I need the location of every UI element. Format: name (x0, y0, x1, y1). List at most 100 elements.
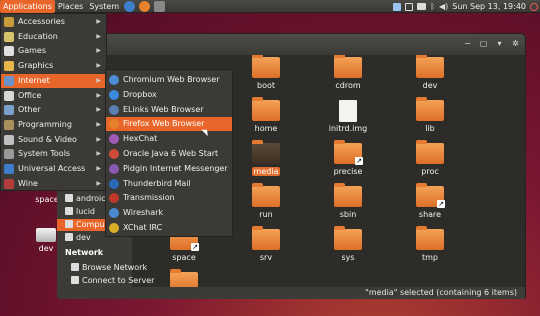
link-arrow-icon: ↗ (437, 200, 445, 208)
menu-item-graphics[interactable]: Graphics ▶ (1, 59, 106, 73)
file-item-share[interactable]: ↗ share (402, 183, 458, 219)
file-label: proc (421, 167, 439, 176)
thunderbird-icon (109, 178, 119, 189)
window-titlebar[interactable]: − ▢ ▾ ✲ (58, 34, 525, 54)
menu-item-office[interactable]: Office ▶ (1, 89, 106, 103)
file-label: boot (256, 81, 275, 90)
file-item-boot[interactable]: boot (238, 55, 294, 90)
sound-video-icon (4, 134, 14, 145)
menu-item-wine[interactable]: Wine ▶ (1, 177, 106, 191)
folder-icon (334, 183, 362, 207)
restore-icon[interactable]: ▾ (495, 39, 504, 48)
submenu-arrow-icon: ▶ (96, 135, 101, 143)
network-icon (71, 263, 79, 271)
maximize-button[interactable]: ▢ (479, 39, 488, 48)
drive-icon (36, 228, 56, 242)
menu-item-programming[interactable]: Programming ▶ (1, 118, 106, 132)
folder-icon (252, 183, 280, 207)
file-item-usr[interactable]: usr (156, 269, 212, 287)
folder-icon: ↗ (416, 183, 445, 208)
mail-tray-icon[interactable] (417, 3, 427, 10)
accessories-icon (4, 17, 14, 27)
drive-icon (65, 233, 73, 241)
submenu-item-thunderbird[interactable]: Thunderbird Mail (106, 177, 232, 191)
submenu-item-pidgin[interactable]: Pidgin Internet Messenger (106, 162, 232, 176)
file-item-initrd-img[interactable]: initrd.img (320, 100, 376, 133)
terminal-launcher-icon[interactable] (154, 0, 166, 12)
file-item-sys[interactable]: sys (320, 226, 376, 262)
sidebar-item-connect-server[interactable]: Connect to Server (71, 275, 154, 287)
file-item-lib[interactable]: lib (402, 97, 458, 133)
submenu-item-java[interactable]: Oracle Java 6 Web Start (106, 147, 232, 161)
places-menu[interactable]: Places (55, 0, 86, 13)
submenu-item-wireshark[interactable]: Wireshark (106, 206, 232, 220)
folder-icon (170, 269, 198, 287)
power-icon[interactable] (530, 2, 538, 11)
submenu-arrow-icon: ▶ (96, 150, 101, 158)
file-item-proc[interactable]: proc (402, 140, 458, 176)
folder-icon (252, 97, 280, 121)
menu-item-system-tools[interactable]: System Tools ▶ (1, 147, 106, 161)
file-item-precise[interactable]: ↗ precise (320, 140, 376, 176)
bluetooth-tray-icon[interactable]: ᛒ (430, 2, 435, 11)
file-item-home[interactable]: home (238, 97, 294, 133)
programming-icon (4, 119, 14, 130)
menu-item-games[interactable]: Games ▶ (1, 44, 106, 58)
volume-tray-icon[interactable]: ◀) (439, 2, 448, 11)
system-menu[interactable]: System (86, 0, 122, 13)
file-label: home (254, 124, 278, 133)
applications-menu[interactable]: Applications (0, 0, 55, 13)
link-arrow-icon: ↗ (191, 243, 199, 251)
minimize-button[interactable]: − (463, 39, 472, 48)
file-item-media[interactable]: media (238, 140, 294, 176)
dropbox-icon (109, 89, 119, 100)
xchat-icon (109, 223, 119, 233)
file-item-sbin[interactable]: sbin (320, 183, 376, 219)
sidebar-item-browse-network[interactable]: Browse Network (71, 262, 147, 274)
dropbox-tray-icon[interactable] (393, 2, 402, 11)
submenu-item-firefox[interactable]: Firefox Web Browser (106, 117, 232, 132)
submenu-item-xchat[interactable]: XChat IRC (106, 221, 232, 235)
sidebar-item-lucid[interactable]: lucid (65, 206, 95, 218)
file-label: cdrom (335, 81, 361, 90)
transmission-icon (109, 193, 119, 204)
system-tray: ᛒ ◀) Sun Sep 13, 19:40 (393, 0, 538, 13)
sidebar-item-androic[interactable]: androic (65, 193, 106, 205)
submenu-item-hexchat[interactable]: HexChat (106, 132, 232, 146)
folder-icon (252, 140, 280, 164)
menu-item-universal-access[interactable]: Universal Access ▶ (1, 162, 106, 176)
file-item-run[interactable]: run (238, 183, 294, 219)
submenu-item-elinks[interactable]: ELinks Web Browser (106, 103, 232, 117)
menu-item-accessories[interactable]: Accessories ▶ (1, 15, 106, 29)
chromium-icon (109, 75, 119, 85)
menu-item-education[interactable]: Education ▶ (1, 30, 106, 44)
network-tray-icon[interactable] (405, 2, 414, 11)
sidebar-item-dev[interactable]: dev (65, 232, 91, 244)
pidgin-icon (109, 163, 119, 174)
submenu-item-chromium[interactable]: Chromium Web Browser (106, 73, 232, 87)
folder-icon (416, 226, 444, 250)
universal-access-icon (4, 164, 14, 174)
chromium-launcher-icon[interactable] (124, 0, 136, 12)
submenu-item-dropbox[interactable]: Dropbox (106, 88, 232, 102)
folder-icon: ↗ (334, 140, 363, 165)
submenu-arrow-icon: ▶ (96, 106, 101, 114)
applications-menu-list: Accessories ▶ Education ▶ Games ▶ Graphics ▶ Int… (0, 13, 107, 191)
menu-item-other[interactable]: Other ▶ (1, 103, 106, 117)
submenu-arrow-icon: ▶ (96, 165, 101, 172)
file-item-cdrom[interactable]: cdrom (320, 55, 376, 90)
file-item-tmp[interactable]: tmp (402, 226, 458, 262)
submenu-arrow-icon: ▶ (96, 47, 101, 55)
gear-icon[interactable]: ✲ (511, 39, 520, 48)
file-item-dev[interactable]: dev (402, 55, 458, 90)
system-tools-icon (4, 149, 14, 160)
file-label: space (172, 253, 196, 262)
menu-item-sound-video[interactable]: Sound & Video ▶ (1, 133, 106, 147)
folder-icon (416, 97, 444, 121)
file-label: sys (341, 253, 355, 262)
submenu-item-transmission[interactable]: Transmission (106, 191, 232, 205)
menu-item-internet[interactable]: Internet ▶ (1, 73, 106, 88)
clock[interactable]: Sun Sep 13, 19:40 (452, 2, 526, 11)
file-item-srv[interactable]: srv (238, 226, 294, 262)
firefox-launcher-icon[interactable] (139, 0, 151, 12)
